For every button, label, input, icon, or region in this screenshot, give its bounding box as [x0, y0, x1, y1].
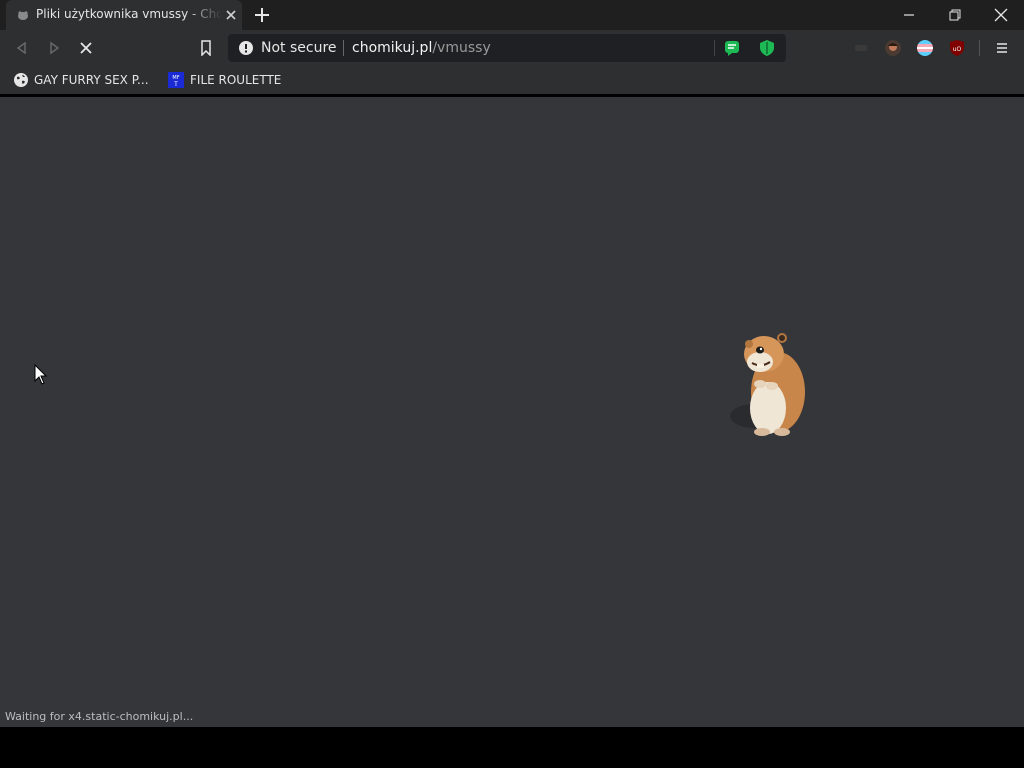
bookmark-item-file-roulette[interactable]: MF T FILE ROULETTE [168, 71, 281, 89]
url-path: /vmussy [432, 40, 491, 56]
avatar-extension-icon[interactable] [885, 40, 901, 56]
omnibox-divider-2 [714, 40, 715, 56]
bookmark-item-gay-furry[interactable]: GAY FURRY SEX P... [14, 71, 149, 89]
omnibox-divider [343, 40, 344, 56]
hidden-extension-icon[interactable] [855, 45, 867, 51]
bottom-black-strip [0, 727, 1024, 768]
forward-arrow-icon[interactable] [44, 38, 64, 58]
bookmark-label: GAY FURRY SEX P... [34, 73, 149, 87]
close-tab-icon[interactable] [223, 7, 239, 23]
hamster-mascot [730, 333, 805, 436]
bookmark-icon[interactable] [196, 38, 216, 58]
active-tab[interactable]: Pliki użytkownika vmussy - Chomikuj.pl [6, 0, 242, 30]
new-tab-icon[interactable] [252, 5, 272, 25]
bookmark-label: FILE ROULETTE [190, 73, 282, 87]
shield-extension-icon[interactable] [760, 40, 774, 56]
svg-text:uO: uO [953, 46, 962, 53]
bookmarks-bar [0, 66, 1024, 94]
tab-title: Pliki użytkownika vmussy - Chomikuj.pl [36, 7, 222, 21]
toolbar-divider [979, 40, 980, 56]
stop-loading-icon[interactable] [76, 38, 96, 58]
status-bubble: Waiting for x4.static-chomikuj.pl... [0, 707, 202, 727]
page-content [0, 97, 1024, 727]
minimize-icon[interactable] [886, 0, 932, 30]
url-host: chomikuj.pl [352, 40, 433, 56]
security-label[interactable]: Not secure [261, 40, 337, 56]
back-arrow-icon[interactable] [12, 38, 32, 58]
mouse-cursor-icon [34, 364, 48, 385]
hamster-favicon-icon [18, 11, 28, 20]
mft-icon: MF T [168, 72, 184, 88]
globe-icon [14, 73, 28, 87]
close-window-icon[interactable] [978, 0, 1024, 30]
ublock-icon[interactable]: uO [949, 40, 965, 56]
restore-icon[interactable] [932, 0, 978, 30]
chat-extension-icon[interactable] [724, 40, 740, 56]
menu-icon[interactable] [992, 38, 1012, 58]
flag-extension-icon[interactable] [917, 40, 933, 56]
url-text[interactable]: chomikuj.pl/vmussy [352, 40, 491, 56]
not-secure-icon[interactable] [239, 41, 253, 55]
svg-text:T: T [173, 81, 178, 88]
